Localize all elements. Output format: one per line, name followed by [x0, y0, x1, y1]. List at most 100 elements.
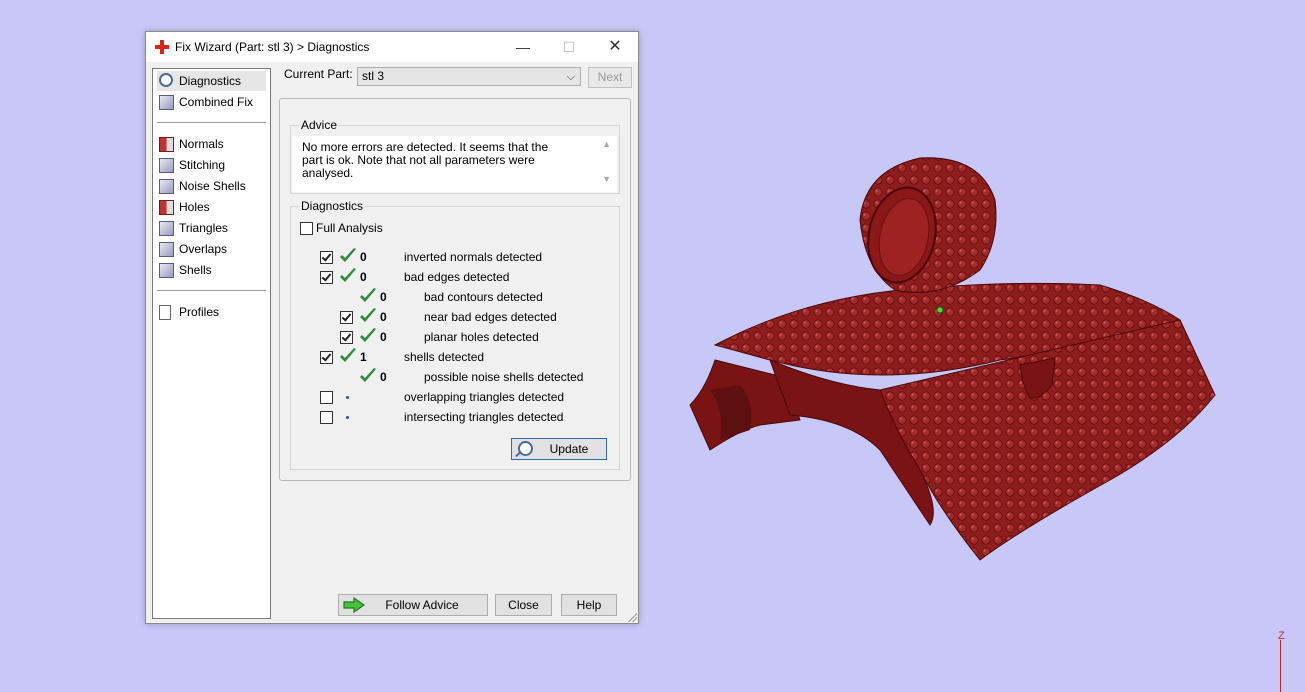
diagnostic-checkbox[interactable] [340, 331, 353, 344]
nav-item-label: Normals [179, 137, 224, 151]
wizard-nav: Diagnostics Combined Fix Normals Stitchi… [152, 68, 271, 619]
advice-text: No more errors are detected. It seems th… [302, 140, 549, 180]
follow-advice-button[interactable]: Follow Advice [338, 594, 488, 616]
green-check-icon [360, 308, 376, 322]
help-button[interactable]: Help [561, 594, 617, 616]
minimize-button[interactable]: — [500, 32, 546, 62]
nav-item-label: Combined Fix [179, 95, 254, 109]
resize-grip[interactable] [627, 612, 637, 622]
advice-group: Advice No more errors are detected. It s… [290, 118, 620, 194]
diagnostic-label: overlapping triangles detected [404, 390, 565, 404]
full-analysis-label: Full Analysis [316, 221, 383, 235]
noise-shells-cube-icon [159, 179, 174, 194]
app-cross-icon [155, 40, 169, 54]
diagnostic-label: bad edges detected [404, 270, 510, 284]
diagnostic-checkbox[interactable] [320, 411, 333, 424]
nav-item-label: Shells [179, 263, 212, 277]
nav-divider [157, 290, 266, 291]
diagnostic-checkbox[interactable] [340, 311, 353, 324]
diagnostic-label: possible noise shells detected [424, 370, 584, 384]
green-arrow-icon [343, 597, 365, 613]
triangles-cube-icon [159, 221, 174, 236]
diagnostic-count: 0 [360, 270, 367, 284]
nav-item-normals[interactable]: Normals [157, 134, 224, 154]
shells-cube-icon [159, 263, 174, 278]
magnifier-icon [518, 441, 533, 456]
nav-item-label: Triangles [179, 221, 228, 235]
full-analysis-checkbox[interactable] [300, 222, 313, 235]
scroll-down-arrow-icon[interactable]: ▼ [602, 174, 611, 184]
nav-item-diagnostics[interactable]: Diagnostics [157, 71, 266, 91]
current-part-select[interactable]: stl 3 ⌵ [357, 67, 581, 86]
diagnostic-label: planar holes detected [424, 330, 539, 344]
normals-cube-icon [159, 137, 174, 152]
holes-cube-icon [159, 200, 174, 215]
current-part-value: stl 3 [362, 69, 385, 83]
green-check-icon [340, 268, 356, 282]
green-check-icon [360, 328, 376, 342]
nav-item-label: Profiles [179, 305, 220, 319]
scroll-up-arrow-icon[interactable]: ▲ [602, 139, 611, 149]
diagnostic-label: near bad edges detected [424, 310, 557, 324]
diagnostic-label: bad contours detected [424, 290, 543, 304]
diagnostic-label: shells detected [404, 350, 485, 364]
nav-item-stitching[interactable]: Stitching [157, 155, 225, 175]
follow-advice-label: Follow Advice [385, 598, 459, 612]
diagnostic-count: 1 [360, 350, 367, 364]
nav-item-label: Holes [179, 200, 210, 214]
pending-dot-icon [346, 396, 349, 399]
nav-item-shells[interactable]: Shells [157, 260, 212, 280]
green-check-icon [340, 248, 356, 262]
diagnostic-count: 0 [380, 370, 387, 384]
current-part-label: Current Part: [284, 67, 353, 81]
window-title: Fix Wizard (Part: stl 3) > Diagnostics [175, 40, 370, 54]
close-button[interactable]: Close [495, 594, 552, 616]
nav-item-holes[interactable]: Holes [157, 197, 210, 217]
z-axis-line [1280, 640, 1281, 692]
nav-item-label: Stitching [179, 158, 226, 172]
advice-textbox[interactable]: No more errors are detected. It seems th… [292, 136, 617, 192]
nav-item-label: Overlaps [179, 242, 228, 256]
green-check-icon [360, 368, 376, 382]
ring-3d-model[interactable] [680, 150, 1225, 570]
nav-item-combined-fix[interactable]: Combined Fix [157, 92, 253, 112]
green-check-icon [360, 288, 376, 302]
diagnostic-count: 0 [360, 250, 367, 264]
pending-dot-icon [346, 416, 349, 419]
fix-wizard-dialog: Fix Wizard (Part: stl 3) > Diagnostics —… [145, 31, 639, 624]
nav-item-noise-shells[interactable]: Noise Shells [157, 176, 246, 196]
maximize-button[interactable]: ☐ [546, 32, 592, 62]
green-check-icon [340, 348, 356, 362]
close-window-button[interactable]: ✕ [592, 32, 638, 62]
diagnostic-checkbox[interactable] [320, 391, 333, 404]
nav-item-triangles[interactable]: Triangles [157, 218, 228, 238]
nav-divider [157, 122, 266, 123]
diagnostics-panel: Advice No more errors are detected. It s… [279, 98, 631, 481]
diagnostic-count: 0 [380, 330, 387, 344]
stitching-cube-icon [159, 158, 174, 173]
diagnostics-group: Diagnostics Full Analysis 0 inverted norm… [290, 199, 620, 470]
title-bar[interactable]: Fix Wizard (Part: stl 3) > Diagnostics —… [146, 32, 638, 62]
z-axis-label: Z [1278, 630, 1285, 642]
next-button[interactable]: Next [588, 67, 632, 88]
diagnostics-title: Diagnostics [299, 199, 366, 213]
advice-title: Advice [299, 118, 340, 132]
update-button[interactable]: Update [511, 438, 607, 460]
diagnostic-count: 0 [380, 310, 387, 324]
chevron-down-icon: ⌵ [566, 71, 575, 83]
update-label: Update [549, 442, 589, 456]
magnifier-icon [159, 73, 173, 87]
diagnostic-label: intersecting triangles detected [404, 410, 564, 424]
overlaps-cube-icon [159, 242, 174, 257]
diagnostic-checkbox[interactable] [320, 351, 333, 364]
diagnostic-label: inverted normals detected [404, 250, 543, 264]
document-icon [159, 305, 171, 320]
diagnostic-checkbox[interactable] [320, 271, 333, 284]
cube-icon [159, 95, 174, 110]
nav-item-label: Diagnostics [179, 74, 242, 88]
nav-item-label: Noise Shells [179, 179, 246, 193]
nav-item-profiles[interactable]: Profiles [157, 302, 219, 322]
diagnostic-checkbox[interactable] [320, 251, 333, 264]
diagnostic-count: 0 [380, 290, 387, 304]
nav-item-overlaps[interactable]: Overlaps [157, 239, 227, 259]
